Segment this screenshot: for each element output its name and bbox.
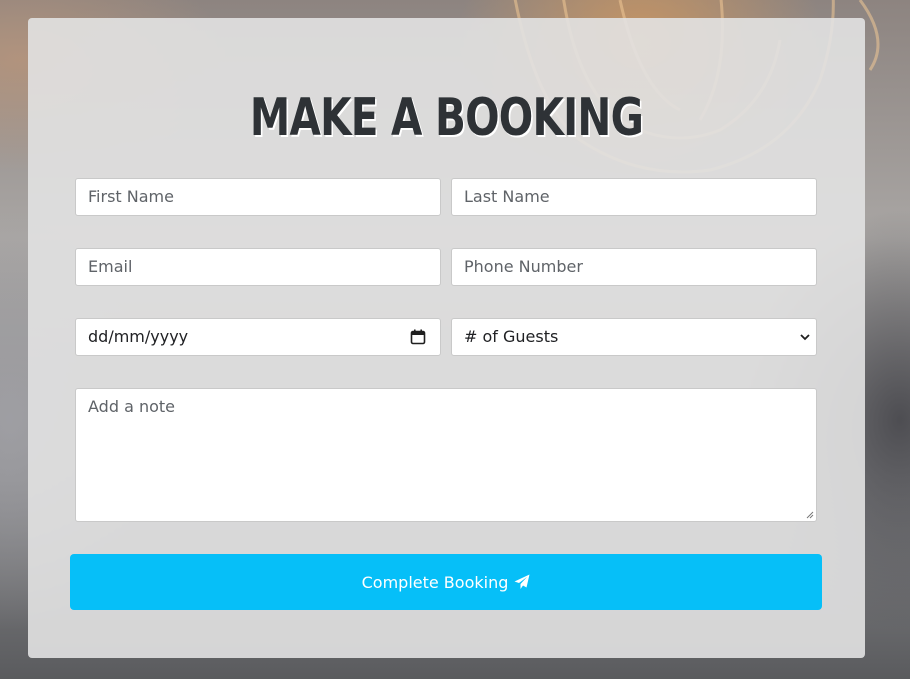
first-name-placeholder: First Name xyxy=(88,187,174,206)
last-name-field[interactable]: Last Name xyxy=(451,178,817,216)
chevron-down-icon xyxy=(800,334,810,341)
resize-handle-icon[interactable] xyxy=(806,511,814,519)
complete-booking-button[interactable]: Complete Booking xyxy=(70,554,822,610)
phone-field[interactable]: Phone Number xyxy=(451,248,817,286)
paper-plane-icon xyxy=(514,574,530,589)
date-placeholder: dd/mm/yyyy xyxy=(88,327,189,346)
last-name-placeholder: Last Name xyxy=(464,187,550,206)
guests-select[interactable]: # of Guests xyxy=(451,318,817,356)
first-name-field[interactable]: First Name xyxy=(75,178,441,216)
guests-selected-value: # of Guests xyxy=(464,327,559,346)
date-field[interactable]: dd/mm/yyyy xyxy=(75,318,441,356)
form-title: MAKE A BOOKING xyxy=(249,88,644,148)
booking-form-card: MAKE A BOOKING First Name Last Name Emai… xyxy=(28,18,865,658)
complete-booking-label: Complete Booking xyxy=(361,572,509,592)
phone-placeholder: Phone Number xyxy=(464,257,583,276)
note-placeholder: Add a note xyxy=(88,397,175,416)
email-placeholder: Email xyxy=(88,257,133,276)
email-field[interactable]: Email xyxy=(75,248,441,286)
calendar-icon[interactable] xyxy=(410,329,426,345)
note-textarea[interactable]: Add a note xyxy=(75,388,817,522)
